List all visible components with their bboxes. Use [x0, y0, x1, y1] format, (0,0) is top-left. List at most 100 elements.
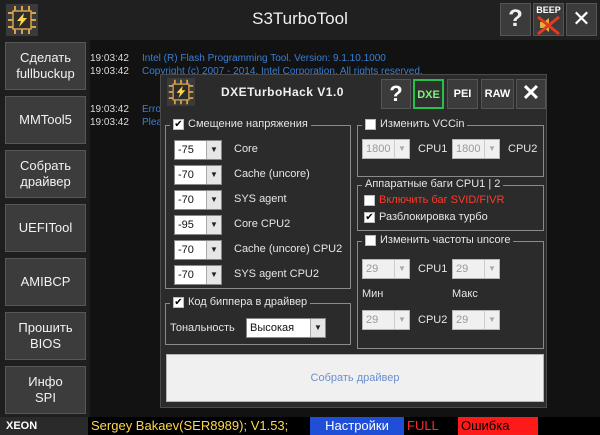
chevron-down-icon: ▼ — [206, 241, 221, 259]
chevron-down-icon: ▼ — [206, 216, 221, 234]
dialog-close-button[interactable]: ✕ — [516, 79, 546, 109]
log-time: 19:03:42 — [90, 53, 129, 64]
cache-cpu2-offset-select[interactable]: -70 ▼ — [174, 240, 222, 260]
help-button[interactable]: ? — [500, 3, 531, 36]
voltage-offset-checkbox[interactable]: ✔ — [173, 118, 184, 130]
tab-dxe[interactable]: DXE — [413, 79, 444, 109]
cache-offset-label: Cache (uncore) — [234, 168, 310, 180]
beeper-group: ✔ Код биппера в драйвер Тональность Высо… — [165, 296, 351, 345]
sysagent-cpu2-offset-select[interactable]: -70 ▼ — [174, 265, 222, 285]
core-cpu2-offset-label: Core CPU2 — [234, 218, 291, 230]
uncore-max-label: Макс — [452, 288, 478, 300]
sidebar-item-spi-info[interactable]: Инфо SPI — [5, 366, 86, 414]
chip-icon — [167, 78, 195, 106]
chevron-down-icon: ▼ — [394, 311, 409, 329]
vccin-checkbox[interactable] — [365, 118, 376, 130]
chevron-down-icon: ▼ — [484, 260, 499, 278]
log-time: 19:03:42 — [90, 104, 129, 115]
sidebar-item-fullbackup[interactable]: Сделать fullbuckup — [5, 42, 86, 90]
chevron-down-icon: ▼ — [484, 140, 499, 158]
chevron-down-icon: ▼ — [394, 140, 409, 158]
turbo-unlock-label: Разблокировка турбо — [379, 211, 488, 223]
tone-select[interactable]: Высокая ▼ — [246, 318, 326, 338]
uncore-cpu1-min-select[interactable]: 29 ▼ — [362, 259, 410, 279]
author-version-label: Sergey Bakaev(SER8989); V1.53; — [91, 418, 289, 433]
voltage-offset-header: ✔ Смещение напряжения — [170, 118, 311, 130]
log-line: 19:03:42 Erro — [90, 104, 161, 115]
vccin-cpu2-label: CPU2 — [508, 143, 538, 155]
mode-label: FULL — [404, 417, 456, 435]
vccin-cpu2-select[interactable]: 1800 ▼ — [452, 139, 500, 159]
hw-bugs-header: Аппаратные баги CPU1 | 2 — [362, 178, 504, 190]
beep-toggle-button[interactable]: BEEP — [533, 3, 564, 36]
uncore-cpu2-min-select[interactable]: 29 ▼ — [362, 310, 410, 330]
status-bar: XEON Sergey Bakaev(SER8989); V1.53; Наст… — [0, 417, 600, 435]
turbo-unlock-checkbox[interactable]: ✔ — [364, 211, 375, 223]
uncore-min-label: Мин — [362, 288, 384, 300]
speaker-muted-icon — [537, 15, 560, 36]
chevron-down-icon: ▼ — [310, 319, 325, 337]
vccin-title: Изменить VCCin — [380, 118, 465, 130]
sidebar-item-amibcp[interactable]: AMIBCP — [5, 258, 86, 306]
voltage-row-cache-cpu2: -70 ▼ Cache (uncore) CPU2 — [174, 240, 364, 260]
vccin-cpu1-select[interactable]: 1800 ▼ — [362, 139, 410, 159]
core-offset-label: Core — [234, 143, 258, 155]
uncore-cpu1-label: CPU1 — [418, 263, 448, 275]
svid-bug-checkbox[interactable] — [364, 194, 375, 206]
voltage-row-sysagent: -70 ▼ SYS agent — [174, 190, 364, 210]
log-message: Plea — [142, 117, 163, 128]
voltage-row-sysagent-cpu2: -70 ▼ SYS agent CPU2 — [174, 265, 364, 285]
uncore-title: Изменить частоты uncore — [380, 234, 511, 246]
chevron-down-icon: ▼ — [206, 141, 221, 159]
beeper-title: Код биппера в драйвер — [188, 296, 308, 308]
build-driver-button[interactable]: Собрать драйвер — [166, 354, 544, 402]
chevron-down-icon: ▼ — [206, 266, 221, 284]
uncore-cpu2-label: CPU2 — [418, 314, 448, 326]
log-time: 19:03:42 — [90, 66, 129, 77]
cache-offset-select[interactable]: -70 ▼ — [174, 165, 222, 185]
sysagent-offset-select[interactable]: -70 ▼ — [174, 190, 222, 210]
voltage-row-core-cpu2: -95 ▼ Core CPU2 — [174, 215, 364, 235]
sysagent-offset-label: SYS agent — [234, 193, 287, 205]
sidebar-item-mmtool[interactable]: MMTool5 — [5, 96, 86, 144]
sysagent-cpu2-offset-label: SYS agent CPU2 — [234, 268, 319, 280]
sidebar-item-build-driver[interactable]: Собрать драйвер — [5, 150, 86, 198]
core-offset-select[interactable]: -75 ▼ — [174, 140, 222, 160]
beeper-checkbox[interactable]: ✔ — [173, 296, 184, 308]
voltage-row-cache: -70 ▼ Cache (uncore) — [174, 165, 364, 185]
uncore-cpu1-max-select[interactable]: 29 ▼ — [452, 259, 500, 279]
turbo-unlock-option[interactable]: ✔ Разблокировка турбо — [364, 211, 488, 223]
error-label: Ошибка — [458, 417, 538, 435]
sidebar-item-uefitool[interactable]: UEFITool — [5, 204, 86, 252]
svid-bug-label: Включить баг SVID/FIVR — [379, 194, 505, 206]
log-line: 19:03:42 Intel (R) Flash Programming Tool… — [90, 53, 386, 64]
close-button[interactable]: ✕ — [566, 3, 597, 36]
voltage-row-core: -75 ▼ Core — [174, 140, 364, 160]
uncore-group: Изменить частоты uncore 29 ▼ CPU1 29 ▼ Мин… — [357, 234, 544, 349]
vccin-header: Изменить VCCin — [362, 118, 468, 130]
sidebar-item-flash-bios[interactable]: Прошить BIOS — [5, 312, 86, 360]
uncore-cpu2-max-select[interactable]: 29 ▼ — [452, 310, 500, 330]
core-cpu2-offset-select[interactable]: -95 ▼ — [174, 215, 222, 235]
chevron-down-icon: ▼ — [206, 166, 221, 184]
svid-bug-option[interactable]: Включить баг SVID/FIVR — [364, 194, 504, 206]
vccin-group: Изменить VCCin 1800 ▼ CPU1 1800 ▼ CPU2 — [357, 118, 544, 177]
title-bar: S3TurboTool ? BEEP ✕ — [0, 0, 600, 40]
chevron-down-icon: ▼ — [484, 311, 499, 329]
tone-label: Тональность — [170, 322, 235, 334]
dialog-help-button[interactable]: ? — [381, 79, 411, 109]
hw-bugs-group: Аппаратные баги CPU1 | 2 Включить баг SV… — [357, 178, 544, 231]
voltage-offset-group: ✔ Смещение напряжения -75 ▼ Core -70 ▼ Cac… — [165, 118, 351, 289]
dxe-turbohack-dialog: DXETurboHack V1.0 ? DXE PEI RAW ✕ ✔ Смещ… — [160, 74, 547, 408]
tab-pei[interactable]: PEI — [447, 79, 478, 109]
tab-raw[interactable]: RAW — [481, 79, 514, 109]
cache-cpu2-offset-label: Cache (uncore) CPU2 — [234, 243, 343, 255]
settings-button[interactable]: Настройки — [310, 417, 404, 435]
vccin-cpu1-label: CPU1 — [418, 143, 448, 155]
hw-bugs-title: Аппаратные баги CPU1 | 2 — [365, 178, 501, 190]
brand-label: XEON — [0, 417, 88, 435]
log-line: 19:03:42 Plea — [90, 117, 162, 128]
uncore-checkbox[interactable] — [365, 234, 376, 246]
chevron-down-icon: ▼ — [206, 191, 221, 209]
sidebar: Сделать fullbuckup MMTool5 Собрать драйв… — [0, 40, 90, 417]
